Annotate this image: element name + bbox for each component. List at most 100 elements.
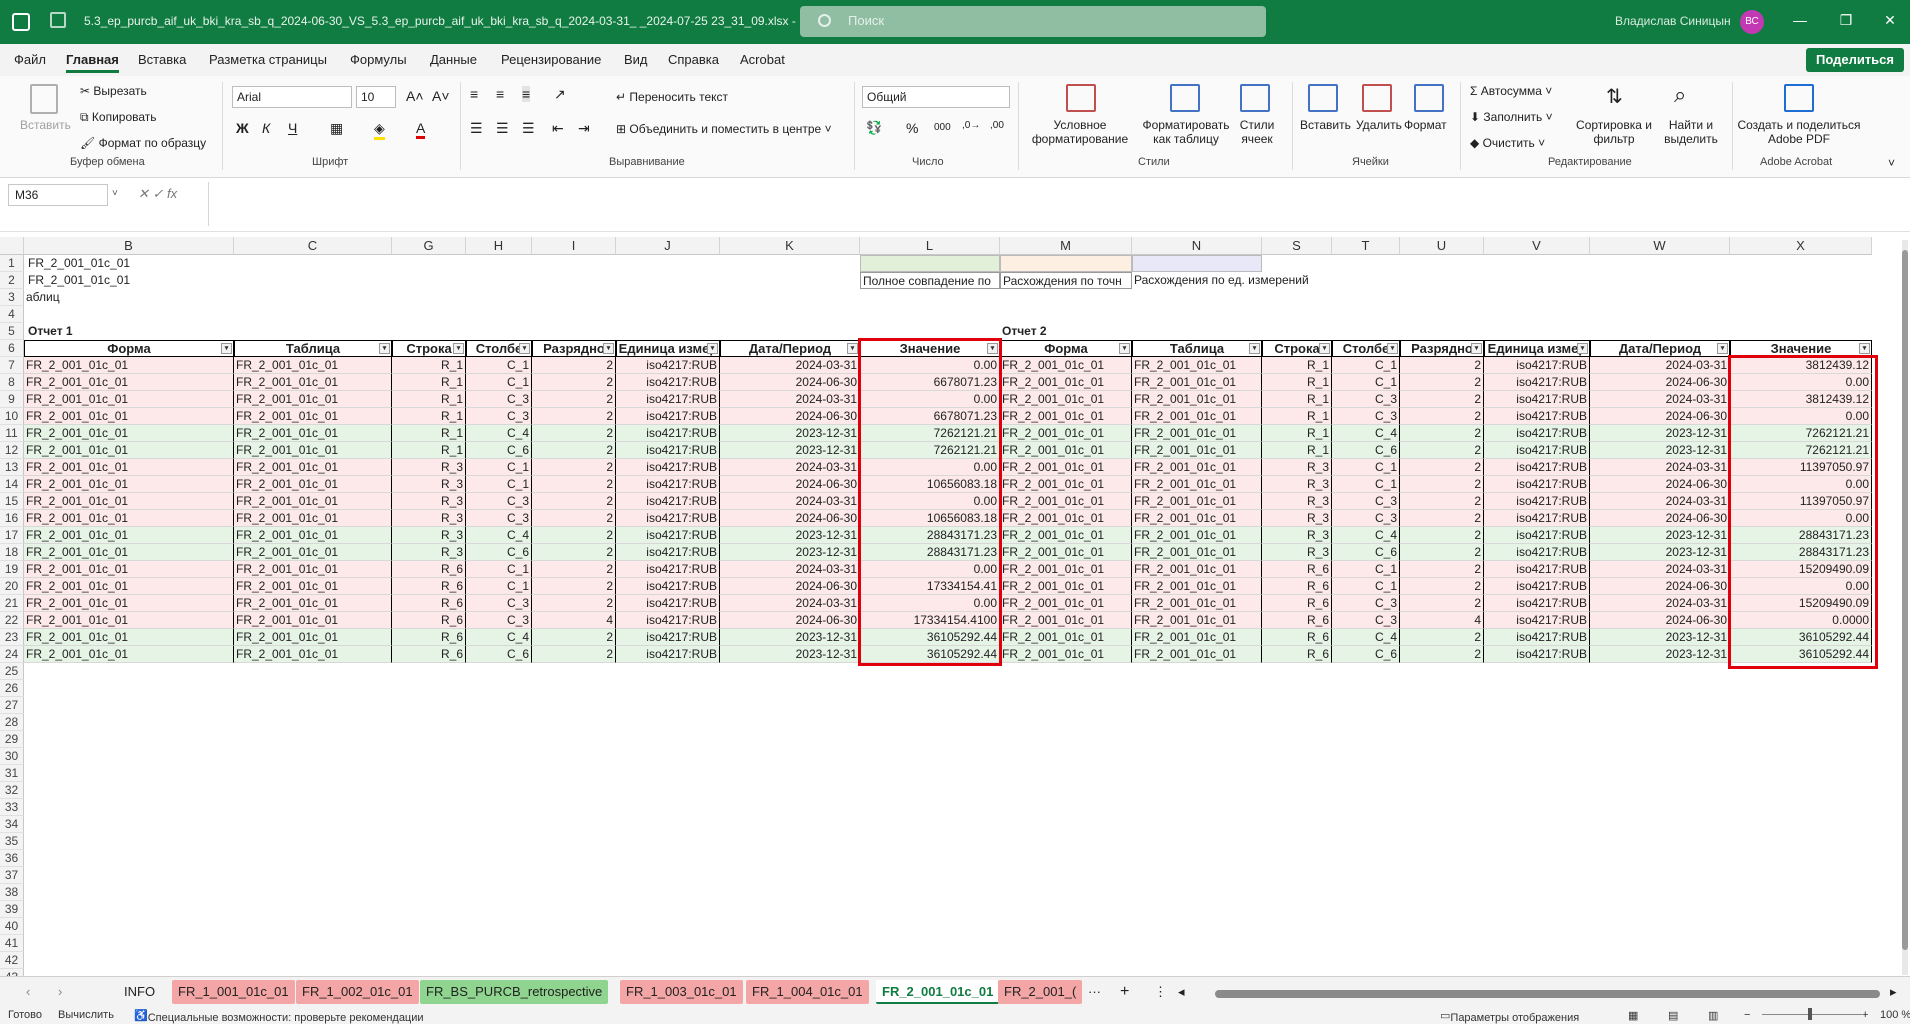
table-header[interactable]: Разрядно ▾ [1400, 340, 1484, 357]
fx-icon[interactable]: ✕ ✓ fx [138, 186, 177, 202]
table-cell[interactable]: iso4217:RUB [616, 476, 720, 493]
row-header[interactable]: 24 [0, 646, 24, 663]
table-cell[interactable]: 2023-12-31 [1590, 425, 1730, 442]
paste-button[interactable]: Вставить [20, 118, 71, 132]
table-cell[interactable]: C_6 [1332, 646, 1400, 663]
merge-center-button[interactable]: ⊞ Объединить и поместить в центре ˅ [616, 122, 832, 136]
row-header[interactable]: 11 [0, 425, 24, 442]
font-name-select[interactable]: Arial [232, 86, 352, 108]
column-header[interactable]: J [616, 237, 720, 255]
table-cell[interactable]: 2 [1400, 578, 1484, 595]
table-cell[interactable]: C_3 [1332, 493, 1400, 510]
table-cell[interactable]: 2023-12-31 [720, 527, 860, 544]
row-header[interactable]: 23 [0, 629, 24, 646]
table-cell[interactable]: iso4217:RUB [1484, 510, 1590, 527]
zoom-in-icon[interactable]: + [1862, 1009, 1868, 1021]
decrease-font-icon[interactable]: A˅ [432, 88, 450, 104]
table-cell[interactable]: 2 [532, 408, 616, 425]
zoom-slider-thumb[interactable] [1808, 1008, 1812, 1020]
normal-view-icon[interactable]: ▦ [1628, 1009, 1638, 1022]
table-cell[interactable]: 2 [532, 629, 616, 646]
excel-app-icon[interactable] [12, 13, 30, 31]
table-cell[interactable]: 2 [1400, 408, 1484, 425]
table-cell[interactable]: FR_2_001_01c_01 [1132, 646, 1262, 663]
table-cell[interactable]: 2 [1400, 629, 1484, 646]
table-cell[interactable]: FR_2_001_01c_01 [1000, 561, 1132, 578]
table-cell[interactable]: FR_2_001_01c_01 [1132, 544, 1262, 561]
table-header[interactable]: Форма ▾ [1000, 340, 1132, 357]
tab-acrobat[interactable]: Acrobat [740, 52, 785, 67]
table-cell[interactable]: C_6 [1332, 544, 1400, 561]
table-cell[interactable]: 2 [532, 374, 616, 391]
row-header[interactable]: 34 [0, 816, 24, 833]
table-cell[interactable]: R_6 [392, 629, 466, 646]
table-cell[interactable]: FR_2_001_01c_01 [1132, 578, 1262, 595]
spreadsheet-grid[interactable]: B C G H I J K L M N S T U V W X 1 2 3 4 5 6 7 8 9 10 11 12 13 14 15 16 1… [0, 233, 1900, 976]
table-cell[interactable]: FR_2_001_01c_01 [24, 459, 234, 476]
table-cell[interactable]: FR_2_001_01c_01 [24, 357, 234, 374]
table-cell[interactable]: C_6 [466, 442, 532, 459]
row-header[interactable]: 18 [0, 544, 24, 561]
restore-icon[interactable]: ❐ [1836, 12, 1856, 29]
row-header[interactable]: 41 [0, 935, 24, 952]
report-2-title[interactable]: Отчет 2 [1000, 323, 1200, 340]
sheet-tab[interactable]: FR_1_002_01c_01 [296, 980, 419, 1004]
row-header[interactable]: 38 [0, 884, 24, 901]
table-cell[interactable]: FR_2_001_01c_01 [234, 544, 392, 561]
table-cell[interactable]: FR_2_001_01c_01 [234, 561, 392, 578]
table-cell[interactable]: 2023-12-31 [720, 425, 860, 442]
table-cell[interactable]: R_3 [1262, 510, 1332, 527]
table-cell[interactable]: iso4217:RUB [616, 510, 720, 527]
filter-dropdown-icon[interactable]: ▾ [519, 343, 530, 354]
zoom-slider[interactable] [1762, 1014, 1862, 1015]
vertical-scroll-thumb[interactable] [1902, 250, 1908, 950]
table-cell[interactable]: 2 [532, 510, 616, 527]
table-cell[interactable]: FR_2_001_01c_01 [1132, 374, 1262, 391]
table-cell[interactable]: 2023-12-31 [720, 544, 860, 561]
table-cell[interactable]: C_1 [466, 476, 532, 493]
formula-input[interactable] [208, 182, 1908, 226]
table-cell[interactable]: 2 [1400, 391, 1484, 408]
horizontal-scroll-thumb[interactable] [1215, 990, 1880, 998]
table-cell[interactable]: FR_2_001_01c_01 [24, 493, 234, 510]
tab-insert[interactable]: Вставка [138, 52, 186, 67]
table-cell[interactable]: C_1 [1332, 459, 1400, 476]
filter-dropdown-icon[interactable]: ▾ [379, 343, 390, 354]
decrease-decimal-icon[interactable]: ,00 [990, 120, 1004, 131]
table-cell[interactable]: R_1 [392, 442, 466, 459]
table-cell[interactable]: iso4217:RUB [1484, 493, 1590, 510]
table-cell[interactable]: 2024-03-31 [720, 357, 860, 374]
row-header[interactable]: 5 [0, 323, 24, 340]
table-cell[interactable]: C_3 [1332, 391, 1400, 408]
share-button[interactable]: Поделиться [1805, 48, 1904, 72]
column-header[interactable]: I [532, 237, 616, 255]
table-cell[interactable]: R_6 [1262, 595, 1332, 612]
table-cell[interactable]: 2 [1400, 476, 1484, 493]
table-cell[interactable]: FR_2_001_01c_01 [234, 425, 392, 442]
column-header[interactable]: K [720, 237, 860, 255]
thousands-icon[interactable]: 000 [934, 122, 951, 133]
table-cell[interactable]: iso4217:RUB [1484, 561, 1590, 578]
table-cell[interactable]: C_4 [466, 527, 532, 544]
increase-indent-icon[interactable]: ⇥ [578, 120, 590, 137]
zoom-out-icon[interactable]: − [1744, 1009, 1750, 1021]
hscroll-left-icon[interactable]: ◂ [1172, 980, 1191, 1004]
table-cell[interactable]: iso4217:RUB [1484, 595, 1590, 612]
table-cell[interactable]: C_3 [466, 493, 532, 510]
table-cell[interactable]: C_4 [1332, 629, 1400, 646]
table-header[interactable]: Столбе ▾ [1332, 340, 1400, 357]
table-cell[interactable]: FR_2_001_01c_01 [24, 374, 234, 391]
table-cell[interactable]: FR_2_001_01c_01 [24, 527, 234, 544]
table-header[interactable]: Единица измер ▾ [616, 340, 720, 357]
accessibility-status[interactable]: ♿ Специальные возможности: проверьте рек… [134, 1009, 424, 1024]
table-cell[interactable]: iso4217:RUB [1484, 578, 1590, 595]
filter-dropdown-icon[interactable]: ▾ [1119, 343, 1130, 354]
clear-button[interactable]: ◆ Очистить ˅ [1470, 136, 1545, 150]
align-top-icon[interactable]: ≡ [470, 86, 478, 102]
table-cell[interactable]: R_3 [392, 476, 466, 493]
table-cell[interactable]: R_6 [392, 612, 466, 629]
zoom-level[interactable]: 100 % [1880, 1009, 1910, 1021]
table-cell[interactable]: FR_2_001_01c_01 [1132, 561, 1262, 578]
column-header[interactable]: V [1484, 237, 1590, 255]
display-settings[interactable]: ▭ Параметры отображения [1440, 1009, 1579, 1024]
